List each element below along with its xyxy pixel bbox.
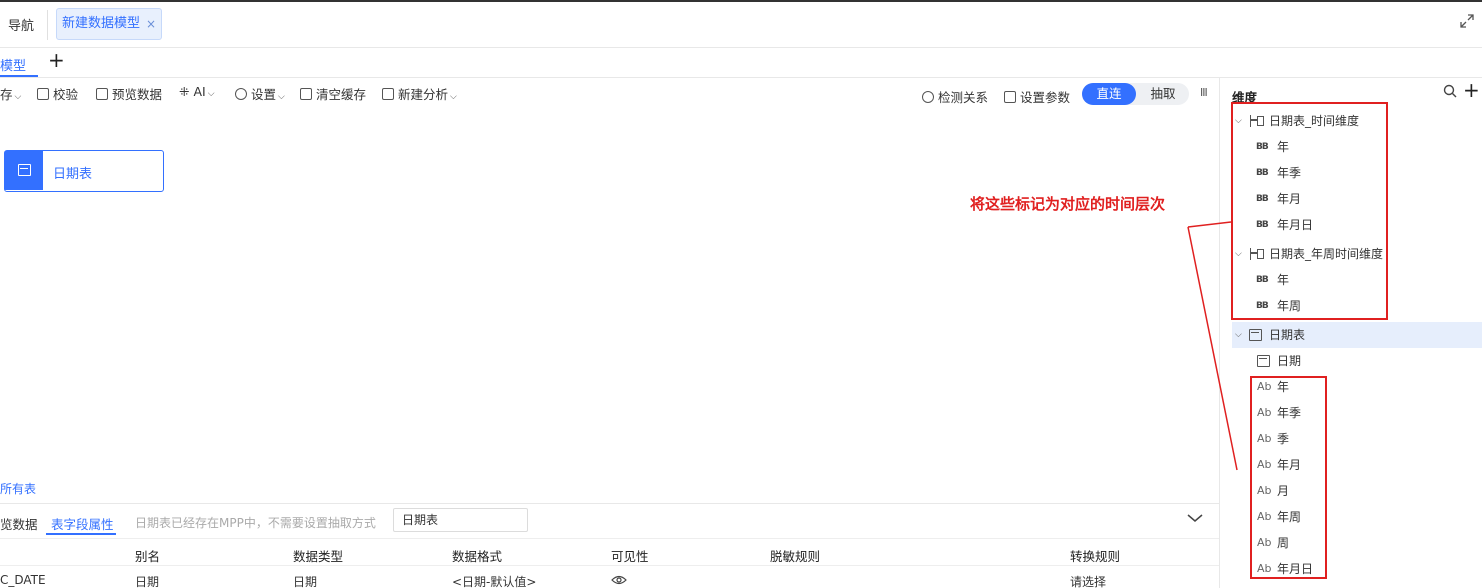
col-data-type: 数据类型	[293, 549, 344, 564]
cell-data-format[interactable]: <日期-默认值>	[452, 573, 536, 588]
calendar-icon	[1249, 329, 1262, 341]
tab-new-data-model[interactable]: 新建数据模型 ×	[56, 8, 162, 40]
table-select[interactable]: 日期表	[393, 508, 528, 532]
divider	[47, 10, 48, 40]
validate-button[interactable]: 校验	[37, 84, 78, 103]
field-label: 日期	[1277, 354, 1302, 368]
date-field-icon	[1257, 355, 1270, 367]
ai-button[interactable]: ⁜ AI ⌵	[179, 84, 215, 99]
detect-relation-button[interactable]: 检测关系	[922, 87, 988, 106]
mode-direct-button[interactable]: 直连	[1082, 83, 1136, 105]
analysis-icon	[382, 88, 394, 100]
chevron-down-icon[interactable]: ⌵	[1235, 322, 1242, 348]
tab-field-properties[interactable]: 表字段属性	[51, 514, 114, 533]
add-dimension-button[interactable]: +	[1463, 78, 1480, 102]
eye-icon[interactable]	[611, 574, 627, 586]
table-card-date[interactable]: 日期表	[4, 150, 164, 192]
columns-toggle-icon[interactable]: III	[1200, 86, 1208, 99]
cell-convert-rule[interactable]: 请选择	[1070, 573, 1106, 588]
tab-preview-data[interactable]: 览数据	[0, 514, 38, 533]
bottom-panel: 览数据 表字段属性 日期表已经存在MPP中，不需要设置抽取方式 日期表 别名 数…	[0, 503, 1219, 588]
cell-alias[interactable]: 日期	[135, 573, 159, 588]
annotation-box-hierarchies	[1231, 102, 1388, 320]
chevron-down-icon[interactable]	[1186, 511, 1204, 525]
nav-tab[interactable]: 导航	[8, 15, 34, 34]
all-tables-link[interactable]: 所有表	[0, 480, 36, 497]
field-item-date[interactable]: 日期	[1232, 348, 1482, 374]
table-icon-block	[5, 151, 43, 190]
col-data-format: 数据格式	[452, 549, 503, 564]
save-button[interactable]: 存 ⌵	[0, 84, 21, 103]
trash-icon	[300, 88, 312, 100]
fullscreen-icon[interactable]	[1460, 14, 1474, 28]
tab-label: 新建数据模型	[62, 16, 141, 31]
ai-icon: ⁜	[179, 84, 190, 99]
active-tab-indicator	[0, 75, 38, 77]
set-param-button[interactable]: 设置参数	[1004, 87, 1070, 106]
add-tab-button[interactable]: +	[48, 48, 65, 72]
table-card-label: 日期表	[53, 167, 93, 182]
col-visibility: 可见性	[611, 549, 649, 564]
gear-icon	[235, 88, 247, 100]
mode-extract-button[interactable]: 抽取	[1137, 83, 1189, 105]
table-header: 别名 数据类型 数据格式 可见性 脱敏规则 转换规则	[0, 538, 1219, 566]
param-icon	[1004, 91, 1016, 103]
clear-cache-button[interactable]: 清空缓存	[300, 84, 366, 103]
settings-button[interactable]: 设置 ⌵	[235, 84, 285, 103]
preview-icon	[96, 88, 108, 100]
search-icon	[922, 91, 934, 103]
toolbar: 存 ⌵ 校验 预览数据 ⁜ AI ⌵ 设置 ⌵ 清空缓存 新建分析 ⌵ 检测关系 设置参数	[0, 80, 1218, 106]
tab-model[interactable]: 模型	[0, 55, 26, 74]
col-masking-rule: 脱敏规则	[770, 549, 821, 564]
cell-data-type[interactable]: 日期	[293, 573, 317, 588]
model-subtabs: 模型 +	[0, 48, 1482, 78]
connection-mode-switch: 直连 抽取	[1082, 83, 1189, 105]
table-node-date[interactable]: ⌵ 日期表	[1232, 322, 1482, 348]
col-convert-rule: 转换规则	[1070, 549, 1121, 564]
calendar-icon	[18, 164, 31, 176]
new-analysis-button[interactable]: 新建分析 ⌵	[382, 84, 457, 103]
table-label: 日期表	[1269, 328, 1306, 342]
preview-data-button[interactable]: 预览数据	[96, 84, 162, 103]
annotation-box-fields	[1250, 376, 1327, 579]
active-tab-indicator	[46, 533, 116, 535]
cell-field: C_DATE	[0, 573, 46, 587]
top-bar: 导航 新建数据模型 ×	[0, 0, 1482, 48]
close-icon[interactable]: ×	[146, 9, 156, 39]
col-alias: 别名	[135, 549, 161, 564]
annotation-text: 将这些标记为对应的时间层次	[970, 195, 1166, 213]
search-icon[interactable]	[1443, 84, 1457, 98]
extract-hint: 日期表已经存在MPP中，不需要设置抽取方式	[135, 516, 376, 530]
validate-icon	[37, 88, 49, 100]
